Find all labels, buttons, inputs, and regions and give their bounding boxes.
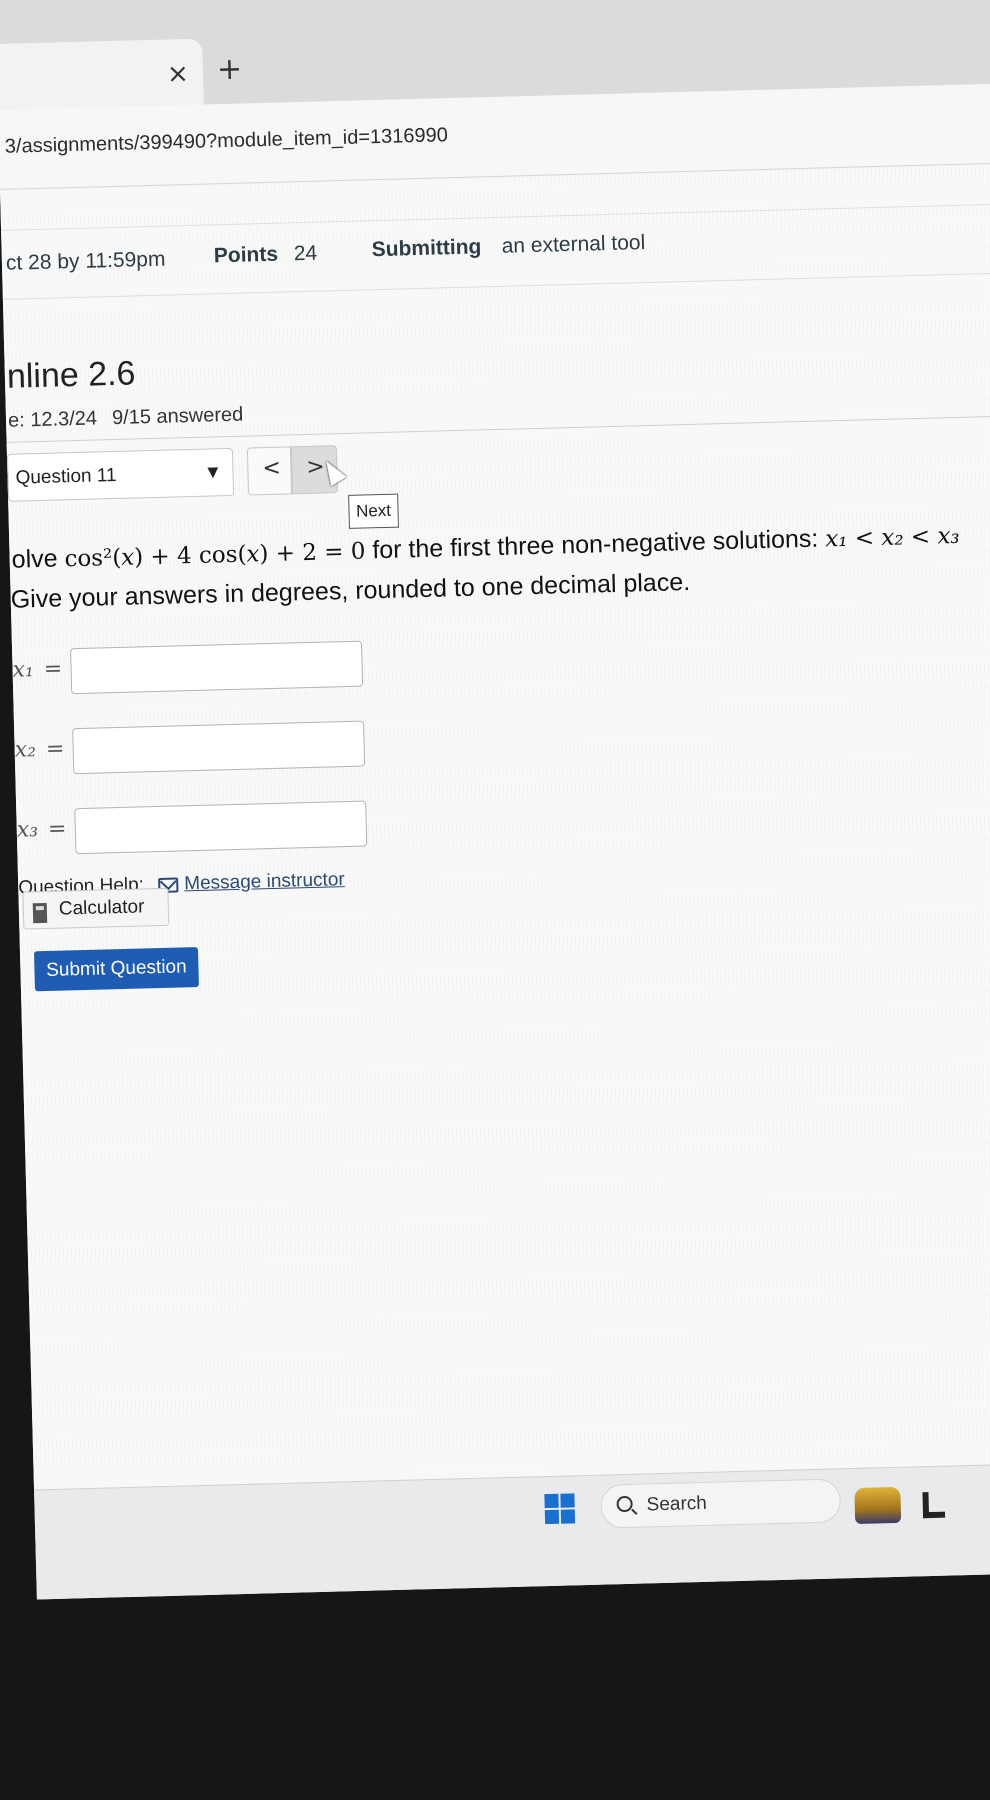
new-tab-icon[interactable]: +: [216, 52, 242, 88]
points-label: Points: [213, 242, 279, 268]
calculator-icon: [32, 902, 48, 924]
question-select-label: Question 11: [15, 464, 117, 489]
taskbar-search-label: Search: [646, 1492, 708, 1516]
answer-label-x2: 𝑥₂ =: [14, 736, 65, 763]
due-date: ct 28 by 11:59pm: [5, 247, 166, 275]
points-value: 24: [293, 241, 318, 266]
photo-frame: × + 3/assignments/399490?module_item_id=…: [0, 0, 990, 1800]
score-text: e: 12.3/24: [7, 407, 98, 432]
l-app-icon[interactable]: [922, 1491, 946, 1519]
question-prefix: olve: [11, 544, 65, 574]
answer-input-x3[interactable]: [74, 800, 368, 855]
next-tooltip: Next: [348, 493, 399, 529]
answered-count: 9/15 answered: [111, 403, 244, 430]
calculator-label: Calculator: [58, 896, 145, 920]
submitting-label: Submitting: [371, 235, 482, 262]
pharaoh-app-icon[interactable]: [854, 1486, 902, 1524]
answer-input-x2[interactable]: [72, 720, 366, 775]
answer-input-x1[interactable]: [70, 640, 364, 695]
chevron-left-icon: <: [262, 455, 282, 482]
submitting-value: an external tool: [501, 231, 646, 258]
question-order: 𝑥₁ < 𝑥₂ < 𝑥₃: [824, 522, 960, 553]
page-title: nline 2.6: [6, 354, 136, 396]
answer-label-x1: 𝑥₁ =: [12, 656, 63, 683]
message-instructor-link[interactable]: Message instructor: [184, 869, 345, 895]
previous-question-button[interactable]: <: [246, 446, 293, 496]
search-icon: [616, 1495, 633, 1513]
submit-question-button[interactable]: Submit Question: [33, 947, 199, 992]
tab-close-icon[interactable]: ×: [167, 59, 190, 90]
caret-down-icon: ▼: [207, 464, 219, 481]
windows-start-icon[interactable]: [544, 1493, 576, 1525]
answer-label-x3: 𝑥₃ =: [16, 816, 67, 843]
monitor-screen: × + 3/assignments/399490?module_item_id=…: [0, 0, 990, 1600]
taskbar-search-input[interactable]: [600, 1478, 842, 1529]
